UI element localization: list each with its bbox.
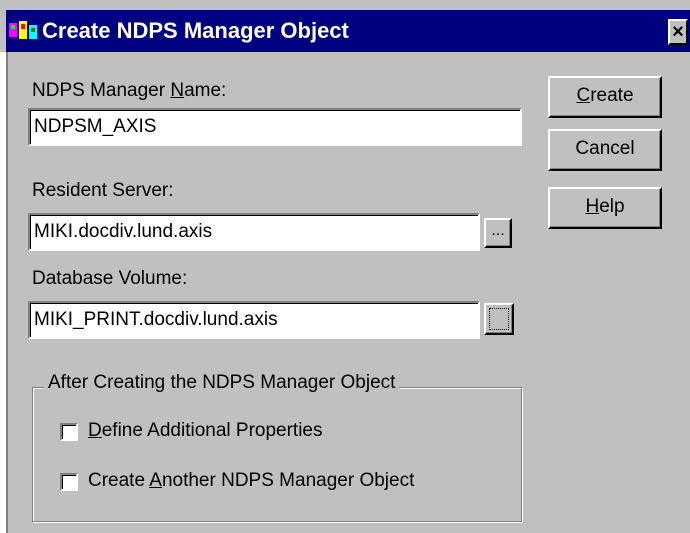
database-volume-browse-button[interactable] <box>484 303 514 335</box>
after-creating-groupbox <box>32 387 522 522</box>
resident-server-browse-button[interactable]: ... <box>484 218 512 248</box>
window-edge <box>0 52 8 533</box>
create-another-label[interactable]: Create Another NDPS Manager Object <box>88 470 414 492</box>
create-button[interactable]: Create <box>548 76 662 118</box>
help-button[interactable]: Help <box>548 187 662 229</box>
after-creating-group-title: After Creating the NDPS Manager Object <box>44 372 400 394</box>
resident-server-input[interactable]: MIKI.docdiv.lund.axis <box>28 213 480 251</box>
manager-name-input[interactable]: NDPSM_AXIS <box>28 108 522 146</box>
dialog-title: Create NDPS Manager Object <box>42 18 349 43</box>
manager-name-label: NDPS Manager Name: <box>32 80 227 101</box>
create-another-checkbox[interactable] <box>60 473 78 491</box>
close-button[interactable]: × <box>668 19 688 45</box>
create-ndps-manager-dialog: Create NDPS Manager Object × NDPS Manage… <box>0 0 690 533</box>
define-properties-label[interactable]: Define Additional Properties <box>88 420 323 442</box>
database-volume-label: Database Volume: <box>32 268 188 289</box>
title-bar[interactable]: Create NDPS Manager Object × <box>6 10 690 52</box>
ndps-app-icon <box>9 21 37 39</box>
browse-focus-icon <box>489 308 509 330</box>
database-volume-input[interactable]: MIKI_PRINT.docdiv.lund.axis <box>28 301 480 339</box>
resident-server-label: Resident Server: <box>32 180 174 201</box>
cancel-button[interactable]: Cancel <box>548 129 662 171</box>
define-properties-checkbox[interactable] <box>60 423 78 441</box>
